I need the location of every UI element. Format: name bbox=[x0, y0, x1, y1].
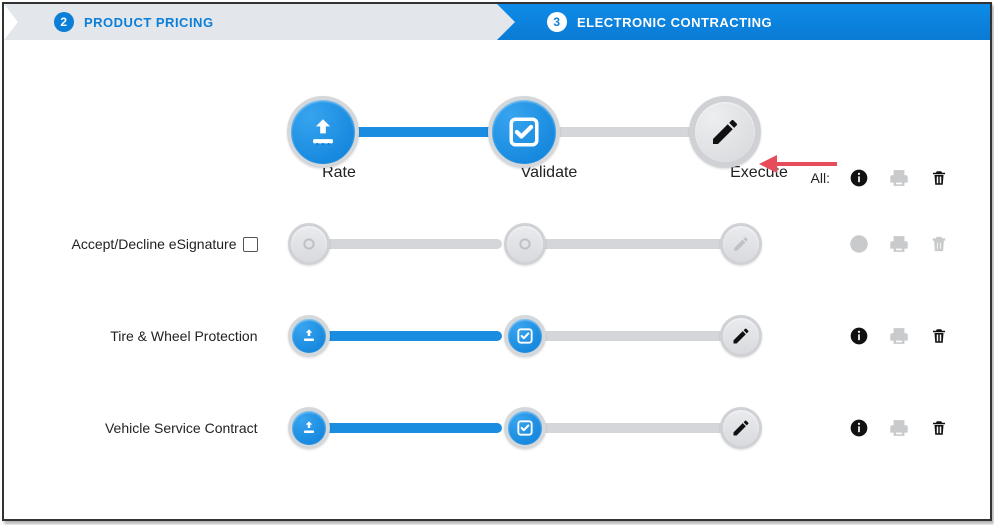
info-icon[interactable] bbox=[848, 233, 870, 255]
execute-node[interactable] bbox=[720, 315, 762, 357]
execute-node[interactable] bbox=[720, 223, 762, 265]
product-row: Tire & Wheel Protection bbox=[44, 304, 950, 368]
rate-node[interactable] bbox=[288, 223, 330, 265]
info-icon[interactable] bbox=[848, 167, 870, 189]
step-label: ELECTRONIC CONTRACTING bbox=[577, 15, 772, 30]
execute-node[interactable] bbox=[720, 407, 762, 449]
print-icon[interactable] bbox=[888, 325, 910, 347]
info-icon[interactable] bbox=[848, 417, 870, 439]
step-product-pricing[interactable]: 2 PRODUCT PRICING bbox=[4, 4, 497, 40]
trash-icon[interactable] bbox=[928, 167, 950, 189]
col-rate: Rate bbox=[299, 164, 379, 182]
product-row: Accept/Decline eSignature bbox=[44, 212, 950, 276]
row-label: Accept/Decline eSignature bbox=[72, 236, 237, 252]
rate-node[interactable] bbox=[288, 315, 330, 357]
trash-icon[interactable] bbox=[928, 325, 950, 347]
print-icon[interactable] bbox=[888, 233, 910, 255]
trash-icon[interactable] bbox=[928, 417, 950, 439]
step-label: PRODUCT PRICING bbox=[84, 15, 214, 30]
validate-node[interactable] bbox=[488, 96, 560, 168]
row-label: Vehicle Service Contract bbox=[105, 420, 258, 436]
validate-node[interactable] bbox=[504, 223, 546, 265]
validate-node[interactable] bbox=[504, 407, 546, 449]
rate-node[interactable] bbox=[287, 96, 359, 168]
step-electronic-contracting[interactable]: 3 ELECTRONIC CONTRACTING bbox=[497, 4, 990, 40]
esignature-checkbox[interactable] bbox=[243, 237, 258, 252]
print-icon[interactable] bbox=[888, 417, 910, 439]
print-icon[interactable] bbox=[888, 167, 910, 189]
step-number: 3 bbox=[547, 12, 567, 32]
product-row: Vehicle Service Contract bbox=[44, 396, 950, 460]
rate-node[interactable] bbox=[288, 407, 330, 449]
info-icon[interactable] bbox=[848, 325, 870, 347]
execute-node[interactable] bbox=[689, 96, 761, 168]
wizard-stepper: 2 PRODUCT PRICING 3 ELECTRONIC CONTRACTI… bbox=[4, 4, 990, 40]
validate-node[interactable] bbox=[504, 315, 546, 357]
progress-header-row: All: bbox=[44, 100, 950, 164]
trash-icon[interactable] bbox=[928, 233, 950, 255]
step-number: 2 bbox=[54, 12, 74, 32]
row-label: Tire & Wheel Protection bbox=[110, 328, 257, 344]
all-label: All: bbox=[811, 170, 830, 186]
